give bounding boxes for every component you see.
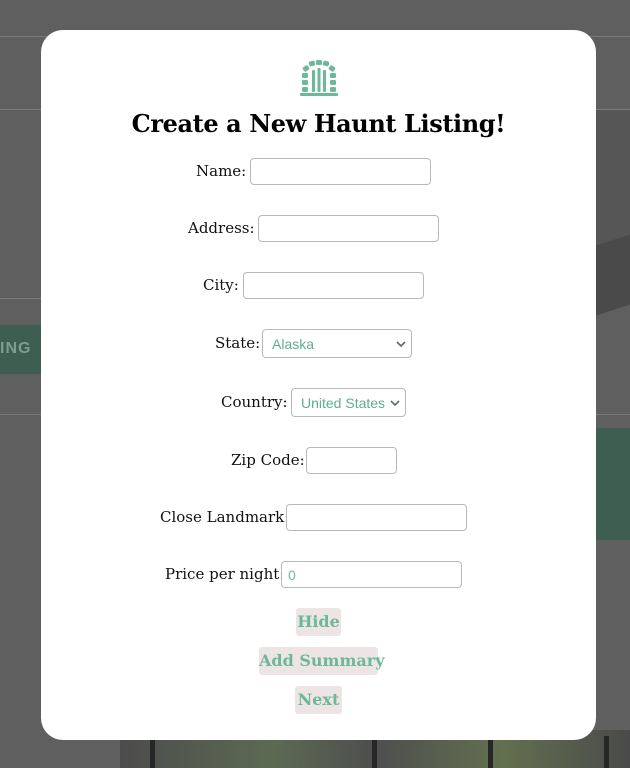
country-select-value: United States: [301, 395, 386, 411]
price-per-night-value: 0: [288, 567, 296, 583]
add-summary-button[interactable]: Add Summary: [259, 647, 385, 675]
create-listing-modal: Create a New Haunt Listing! Name: Addres…: [41, 30, 596, 740]
tree-trunk: [372, 736, 377, 768]
background-green-panel: [596, 428, 630, 540]
city-label: City:: [203, 276, 239, 294]
state-label: State:: [215, 334, 261, 352]
background-photo: [596, 110, 630, 316]
arched-gate-icon: [300, 60, 338, 96]
city-input[interactable]: [243, 272, 424, 299]
hide-button[interactable]: Hide: [296, 608, 341, 636]
modal-title: Create a New Haunt Listing!: [131, 109, 506, 138]
country-label: Country:: [221, 393, 288, 411]
next-button[interactable]: Next: [295, 686, 342, 714]
tree-trunk: [150, 736, 155, 768]
zip-code-input[interactable]: [306, 447, 397, 474]
address-label: Address:: [188, 219, 255, 237]
tree-trunk: [488, 736, 493, 768]
close-landmark-label: Close Landmark:: [160, 508, 290, 526]
price-per-night-input[interactable]: 0: [281, 561, 462, 588]
state-select-value: Alaska: [272, 336, 315, 352]
chevron-down-icon: [390, 400, 400, 407]
tree-trunk: [604, 736, 609, 768]
state-select[interactable]: Alaska: [262, 329, 412, 358]
address-input[interactable]: [258, 215, 439, 242]
price-per-night-label: Price per night:: [165, 565, 285, 583]
name-input[interactable]: [250, 158, 431, 185]
close-landmark-input[interactable]: [286, 504, 467, 531]
name-label: Name:: [196, 162, 247, 180]
chevron-down-icon: [396, 341, 406, 348]
country-select[interactable]: United States: [291, 388, 406, 417]
background-banner-text: ING: [0, 340, 32, 357]
zip-code-label: Zip Code:: [231, 451, 305, 469]
